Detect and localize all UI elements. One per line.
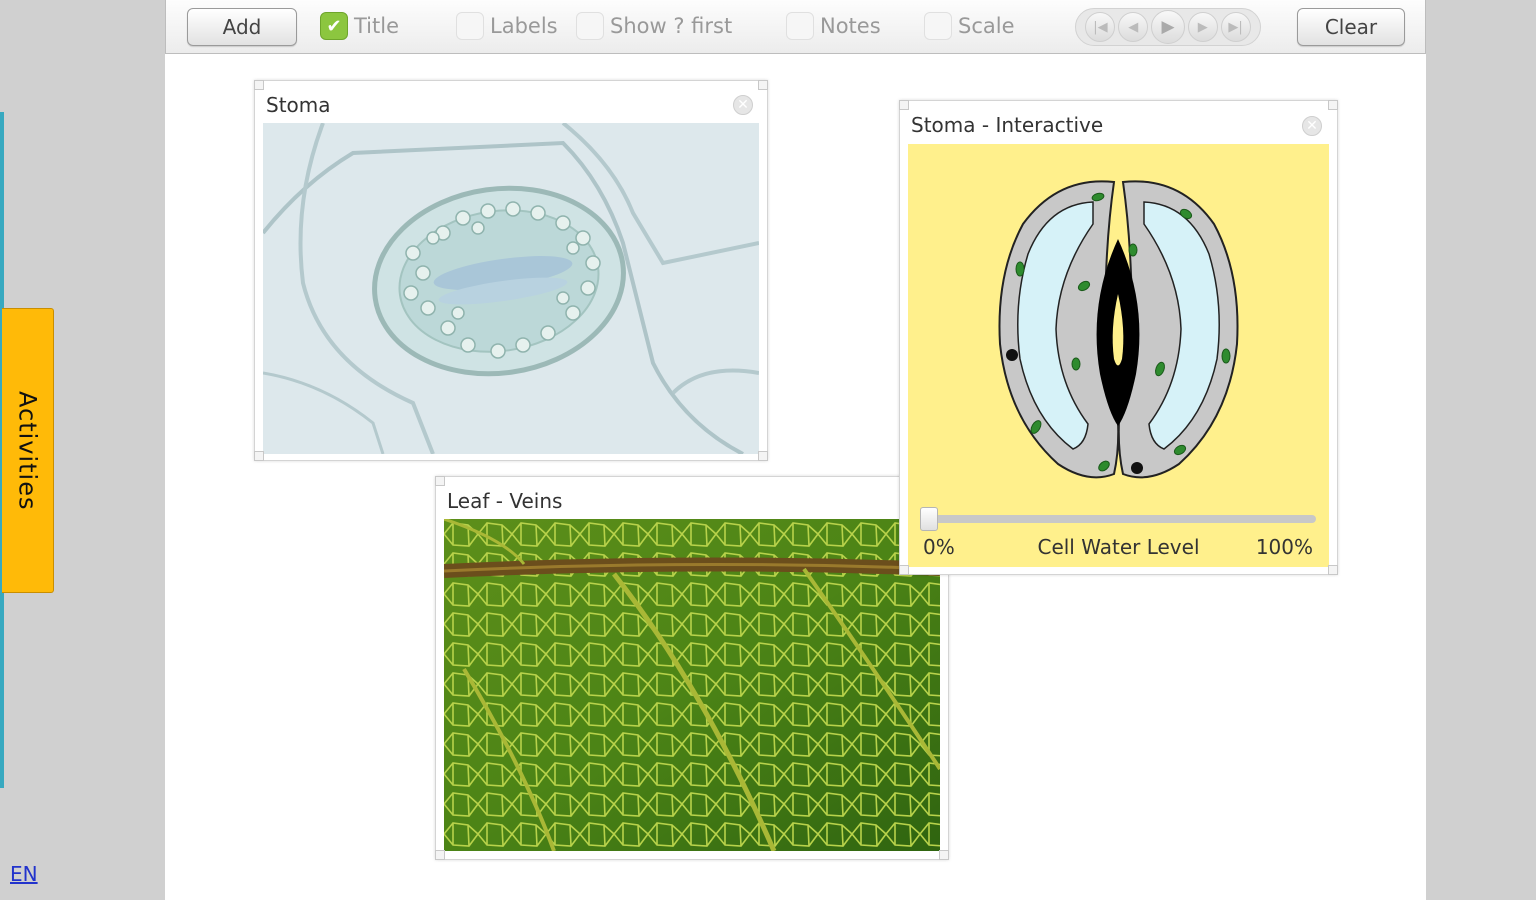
slider-thumb[interactable]: [920, 507, 938, 531]
notes-checkbox[interactable]: [786, 12, 814, 40]
stoma-diagram: [998, 180, 1239, 479]
show-first-toggle[interactable]: Show ? first: [576, 12, 732, 40]
scale-checkbox[interactable]: [924, 12, 952, 40]
leaf-veins-photo: [444, 519, 940, 851]
language-link[interactable]: EN: [10, 862, 38, 886]
stoma-micrograph: [263, 123, 759, 454]
title-toggle[interactable]: ✔ Title: [320, 12, 399, 40]
leaf-veins-panel[interactable]: Leaf - Veins: [435, 476, 949, 860]
add-button[interactable]: Add: [187, 8, 297, 46]
stoma-interactive-panel[interactable]: Stoma - Interactive ✕ 0% Cell Water Leve…: [899, 100, 1338, 575]
labels-toggle[interactable]: Labels: [456, 12, 558, 40]
interactive-canvas: 0% Cell Water Level 100%: [908, 144, 1329, 567]
last-icon[interactable]: ▶|: [1220, 12, 1251, 42]
labels-toggle-label: Labels: [490, 14, 558, 38]
resize-handle[interactable]: [939, 850, 949, 860]
resize-handle[interactable]: [1328, 565, 1338, 575]
close-icon[interactable]: ✕: [1302, 116, 1322, 136]
nucleus-right: [1131, 462, 1143, 474]
activities-tab-label: Activities: [13, 390, 42, 511]
first-icon[interactable]: |◀: [1085, 12, 1116, 42]
slider-max-label: 100%: [1255, 535, 1313, 559]
resize-handle[interactable]: [435, 850, 445, 860]
stoma-photo-panel[interactable]: Stoma ✕: [254, 80, 768, 461]
panel-title: Leaf - Veins: [447, 489, 563, 513]
title-checkbox[interactable]: ✔: [320, 12, 348, 40]
cell-water-slider[interactable]: [920, 507, 1316, 531]
show-first-toggle-label: Show ? first: [610, 14, 733, 38]
title-toggle-label: Title: [354, 14, 400, 38]
resize-handle[interactable]: [254, 80, 264, 90]
scale-toggle-label: Scale: [958, 14, 1015, 38]
left-rail: Activities EN: [0, 0, 165, 900]
panel-title: Stoma: [266, 93, 331, 117]
resize-handle[interactable]: [899, 565, 909, 575]
activities-tab[interactable]: Activities: [2, 308, 54, 593]
playback-controls: |◀ ◀ ▶ ▶ ▶|: [1075, 8, 1261, 46]
show-first-checkbox[interactable]: [576, 12, 604, 40]
next-icon[interactable]: ▶: [1187, 12, 1218, 42]
play-icon[interactable]: ▶: [1150, 10, 1185, 44]
prev-icon[interactable]: ◀: [1118, 12, 1149, 42]
resize-handle[interactable]: [1328, 100, 1338, 110]
panel-title: Stoma - Interactive: [911, 113, 1104, 137]
nucleus-left: [1006, 349, 1018, 361]
close-icon[interactable]: ✕: [733, 95, 753, 115]
notes-toggle-label: Notes: [820, 14, 881, 38]
scale-toggle[interactable]: Scale: [924, 12, 1015, 40]
labels-checkbox[interactable]: [456, 12, 484, 40]
resize-handle[interactable]: [899, 100, 909, 110]
toolbar: Add ✔ Title Labels Show ? first Notes Sc…: [165, 0, 1426, 54]
right-margin: [1426, 0, 1536, 900]
clear-button[interactable]: Clear: [1297, 8, 1405, 46]
resize-handle[interactable]: [435, 476, 445, 486]
resize-handle[interactable]: [758, 451, 768, 461]
notes-toggle[interactable]: Notes: [786, 12, 881, 40]
resize-handle[interactable]: [254, 451, 264, 461]
resize-handle[interactable]: [758, 80, 768, 90]
